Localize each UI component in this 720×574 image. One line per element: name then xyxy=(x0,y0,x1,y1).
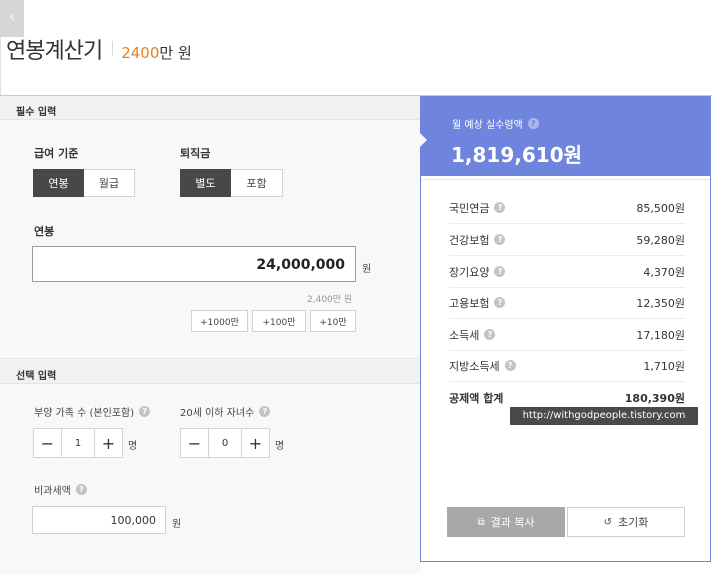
reset-label: 초기화 xyxy=(618,516,649,529)
add-100k-button[interactable]: +10만 xyxy=(310,310,356,332)
add-1m-button[interactable]: +100만 xyxy=(252,310,306,332)
help-icon[interactable]: ? xyxy=(504,360,516,371)
title-divider xyxy=(112,40,114,56)
page-subtitle: 2400만 원 xyxy=(121,42,192,63)
pay-basis-label: 급여 기준 xyxy=(34,147,79,160)
section-divider xyxy=(0,358,420,359)
net-pay-amount: 1,819,610원 xyxy=(451,143,583,167)
dependents-label-text: 부양 가족 수 (본인포함) xyxy=(34,408,135,419)
dependents-minus-button[interactable]: − xyxy=(33,428,62,458)
nontax-label: 비과세액? xyxy=(34,482,87,497)
add-10m-button[interactable]: +1000만 xyxy=(191,310,248,332)
dependents-unit: 명 xyxy=(128,441,138,452)
help-icon[interactable]: ? xyxy=(527,118,539,129)
page-title: 연봉계산기 xyxy=(6,39,103,64)
dependents-stepper: − 1 + xyxy=(33,428,123,458)
help-icon[interactable]: ? xyxy=(75,484,87,495)
pay-basis-toggle: 연봉 월급 xyxy=(33,169,135,197)
nontax-input[interactable]: 100,000 xyxy=(32,506,166,534)
deduction-row: 국민연금? 85,500원 xyxy=(449,192,685,224)
dependents-value[interactable]: 1 xyxy=(62,428,94,458)
help-icon[interactable]: ? xyxy=(494,266,506,277)
deductions-divider xyxy=(421,179,710,180)
input-panel xyxy=(0,96,420,574)
pay-basis-monthly[interactable]: 월급 xyxy=(84,169,135,197)
dependents-plus-button[interactable]: + xyxy=(94,428,123,458)
help-icon[interactable]: ? xyxy=(494,234,506,245)
pay-basis-annual[interactable]: 연봉 xyxy=(33,169,84,197)
children-label-text: 20세 이하 자녀수 xyxy=(180,408,255,419)
optional-section-header: 선택 입력 xyxy=(0,360,420,384)
deduction-value: 1,710원 xyxy=(643,359,685,373)
children-plus-button[interactable]: + xyxy=(241,428,270,458)
net-pay-label-text: 월 예상 실수령액 xyxy=(452,120,523,131)
deduction-value: 4,370원 xyxy=(643,265,685,279)
deduction-name: 고용보험 xyxy=(449,296,490,310)
deduction-row: 소득세? 17,180원 xyxy=(449,319,685,351)
deduction-value: 12,350원 xyxy=(636,296,685,310)
deduction-value: 85,500원 xyxy=(636,201,685,215)
severance-separate[interactable]: 별도 xyxy=(180,169,231,197)
deduction-name: 국민연금 xyxy=(449,201,490,215)
chevron-left-icon: ‹ xyxy=(9,10,15,25)
required-section-header: 필수 입력 xyxy=(0,96,420,120)
deduction-total-name: 공제액 합계 xyxy=(449,392,504,405)
deduction-name: 소득세 xyxy=(449,328,480,342)
help-icon[interactable]: ? xyxy=(139,406,151,417)
help-icon[interactable]: ? xyxy=(484,329,496,340)
severance-label: 퇴직금 xyxy=(180,147,211,160)
watermark: http://withgodpeople.tistory.com xyxy=(510,407,698,425)
salary-hint: 2,400만 원 xyxy=(307,295,353,305)
children-unit: 명 xyxy=(275,441,285,452)
deduction-name: 장기요양 xyxy=(449,265,490,279)
reset-button[interactable]: ↺ 초기화 xyxy=(567,507,685,537)
children-stepper: − 0 + xyxy=(180,428,270,458)
deduction-value: 59,280원 xyxy=(636,233,685,247)
copy-result-label: 결과 복사 xyxy=(490,516,535,529)
refresh-icon: ↺ xyxy=(603,516,612,528)
children-minus-button[interactable]: − xyxy=(180,428,209,458)
deduction-name: 지방소득세 xyxy=(449,359,500,373)
help-icon[interactable]: ? xyxy=(259,406,271,417)
deduction-row: 건강보험? 59,280원 xyxy=(449,224,685,256)
page-header: 연봉계산기 2400만 원 xyxy=(6,33,192,64)
deduction-total-value: 180,390원 xyxy=(624,392,685,405)
subtitle-number: 2400 xyxy=(121,44,160,62)
severance-included[interactable]: 포함 xyxy=(231,169,283,197)
help-icon[interactable]: ? xyxy=(494,297,506,308)
salary-label: 연봉 xyxy=(34,225,55,238)
deduction-row: 장기요양? 4,370원 xyxy=(449,256,685,288)
severance-toggle: 별도 포함 xyxy=(180,169,283,197)
salary-input[interactable]: 24,000,000 xyxy=(32,246,356,282)
deduction-value: 17,180원 xyxy=(636,328,685,342)
net-pay-label: 월 예상 실수령액? xyxy=(452,116,539,131)
panel-pointer xyxy=(420,133,427,147)
salary-unit: 원 xyxy=(362,264,372,275)
deduction-row: 고용보험? 12,350원 xyxy=(449,287,685,319)
result-panel: 월 예상 실수령액? 1,819,610원 국민연금? 85,500원 건강보험… xyxy=(420,96,711,562)
nontax-unit: 원 xyxy=(172,519,182,530)
children-label: 20세 이하 자녀수? xyxy=(180,404,271,419)
dependents-label: 부양 가족 수 (본인포함)? xyxy=(34,404,151,419)
deduction-row: 지방소득세? 1,710원 xyxy=(449,350,685,382)
help-icon[interactable]: ? xyxy=(494,202,506,213)
back-button[interactable]: ‹ xyxy=(0,0,24,37)
net-pay-box: 월 예상 실수령액? 1,819,610원 xyxy=(421,97,710,176)
copy-icon: ⧉ xyxy=(477,516,485,528)
copy-result-button[interactable]: ⧉ 결과 복사 xyxy=(447,507,565,537)
deduction-name: 건강보험 xyxy=(449,233,490,247)
nontax-label-text: 비과세액 xyxy=(34,486,71,497)
subtitle-unit: 만 원 xyxy=(159,44,192,62)
children-value[interactable]: 0 xyxy=(209,428,241,458)
